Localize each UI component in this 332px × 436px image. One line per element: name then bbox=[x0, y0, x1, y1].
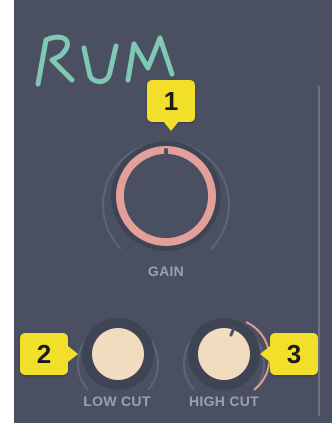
callout-3: 3 bbox=[270, 333, 318, 375]
panel-divider bbox=[318, 86, 320, 416]
low-cut-label: LOW CUT bbox=[83, 393, 151, 409]
callout-1-pointer bbox=[163, 121, 179, 131]
low-cut-knob[interactable] bbox=[70, 304, 166, 394]
callout-1: 1 bbox=[147, 80, 195, 122]
high-cut-knob[interactable] bbox=[176, 304, 272, 394]
callout-2: 2 bbox=[20, 333, 68, 375]
callout-2-pointer bbox=[68, 346, 78, 362]
gain-knob[interactable] bbox=[90, 120, 242, 260]
gain-label: GAIN bbox=[147, 263, 185, 279]
callout-3-pointer bbox=[260, 346, 270, 362]
high-cut-label: HIGH CUT bbox=[188, 393, 260, 409]
